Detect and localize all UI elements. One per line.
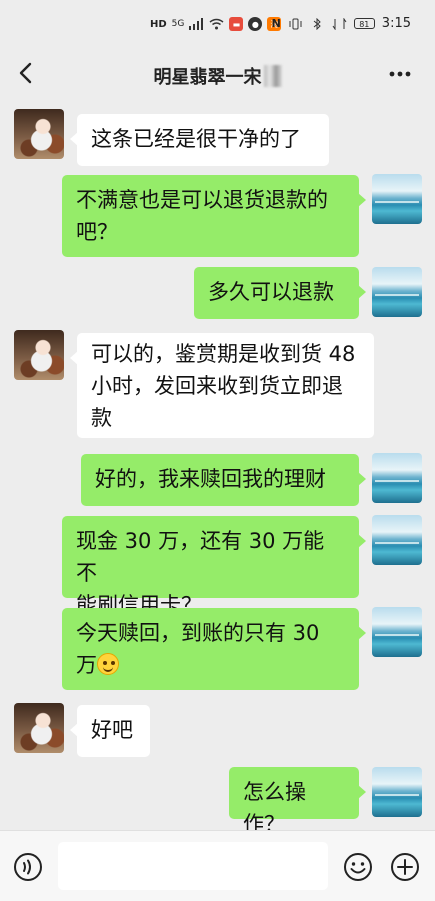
outgoing-message[interactable]: 现金 30 万，还有 30 万能不 能刷信用卡？ bbox=[62, 516, 366, 617]
status-bar: HD 5G ▬ ● 淘 N 81 3:15 bbox=[0, 0, 435, 50]
battery-icon: 81 bbox=[353, 18, 375, 29]
outgoing-message[interactable]: 不满意也是可以退货退款的 吧？ bbox=[62, 175, 366, 257]
chat-title: 明星翡翠一宋 bbox=[153, 67, 262, 88]
bluetooth-muted-icon bbox=[313, 17, 321, 30]
my-avatar[interactable] bbox=[372, 767, 422, 817]
status-time: 3:15 bbox=[381, 16, 411, 31]
contact-avatar[interactable] bbox=[14, 703, 64, 753]
incoming-message[interactable]: 可以的，鉴赏期是收到货 48 小时，发回来收到货立即退 款 bbox=[70, 333, 374, 438]
message-list[interactable]: 这条已经是很干净的了 不满意也是可以退货退款的 吧？ 多久可以退款 可以的，鉴赏… bbox=[0, 95, 435, 836]
status-right-icons: N 81 3:15 bbox=[272, 16, 411, 31]
chat-title-wrap: 明星翡翠一宋 bbox=[0, 63, 435, 89]
network-badge: 5G bbox=[171, 19, 185, 29]
signal-icon bbox=[189, 18, 204, 30]
message-input-bar bbox=[0, 830, 435, 901]
status-left-icons: HD 5G ▬ ● 淘 bbox=[150, 17, 282, 31]
app-notification-icon: ▬ bbox=[229, 17, 244, 31]
vibrate-icon bbox=[289, 18, 302, 29]
plus-icon[interactable] bbox=[389, 851, 421, 883]
contact-avatar[interactable] bbox=[14, 330, 64, 380]
chat-notification-icon: ● bbox=[248, 17, 263, 31]
my-avatar[interactable] bbox=[372, 607, 422, 657]
voice-icon[interactable] bbox=[12, 851, 44, 883]
message-line: 好吧 bbox=[91, 718, 133, 742]
message-line: 现金 30 万，还有 30 万能不 bbox=[76, 529, 325, 585]
message-line: 今天赎回，到账的只有 30 bbox=[76, 621, 320, 645]
message-line: 款 bbox=[91, 406, 112, 430]
message-line: 小时，发回来收到货立即退 bbox=[91, 374, 343, 398]
my-avatar[interactable] bbox=[372, 174, 422, 224]
message-line: 吧？ bbox=[76, 220, 118, 244]
message-input[interactable] bbox=[58, 842, 328, 890]
outgoing-message[interactable]: 今天赎回，到账的只有 30 万 bbox=[62, 608, 366, 690]
message-line-text: 万 bbox=[76, 653, 97, 677]
contact-avatar[interactable] bbox=[14, 109, 64, 159]
outgoing-message[interactable]: 多久可以退款 bbox=[194, 267, 366, 319]
incoming-message[interactable]: 好吧 bbox=[70, 705, 150, 757]
message-line: 多久可以退款 bbox=[208, 280, 334, 304]
blurred-name-part bbox=[263, 65, 282, 87]
hd-badge: HD bbox=[150, 18, 167, 30]
my-avatar[interactable] bbox=[372, 267, 422, 317]
mobile-data-icon bbox=[332, 17, 347, 30]
my-avatar[interactable] bbox=[372, 515, 422, 565]
my-avatar[interactable] bbox=[372, 453, 422, 503]
message-line: 这条已经是很干净的了 bbox=[91, 127, 301, 151]
message-line-with-emoji: 万 bbox=[76, 649, 345, 681]
laugh-emoji-icon bbox=[97, 653, 119, 675]
more-dots-icon[interactable] bbox=[383, 58, 417, 88]
emoji-icon[interactable] bbox=[342, 851, 374, 883]
message-line: 好的，我来赎回我的理财 bbox=[95, 467, 326, 491]
message-line: 不满意也是可以退货退款的 bbox=[76, 188, 328, 212]
incoming-message[interactable]: 这条已经是很干净的了 bbox=[70, 114, 329, 166]
chat-header: 明星翡翠一宋 bbox=[0, 50, 435, 95]
outgoing-message[interactable]: 怎么操作？ bbox=[229, 767, 366, 836]
nfc-icon: N bbox=[271, 17, 281, 30]
outgoing-message[interactable]: 好的，我来赎回我的理财 bbox=[81, 454, 366, 506]
wifi-icon bbox=[209, 18, 224, 30]
message-line: 可以的，鉴赏期是收到货 48 bbox=[91, 342, 356, 366]
